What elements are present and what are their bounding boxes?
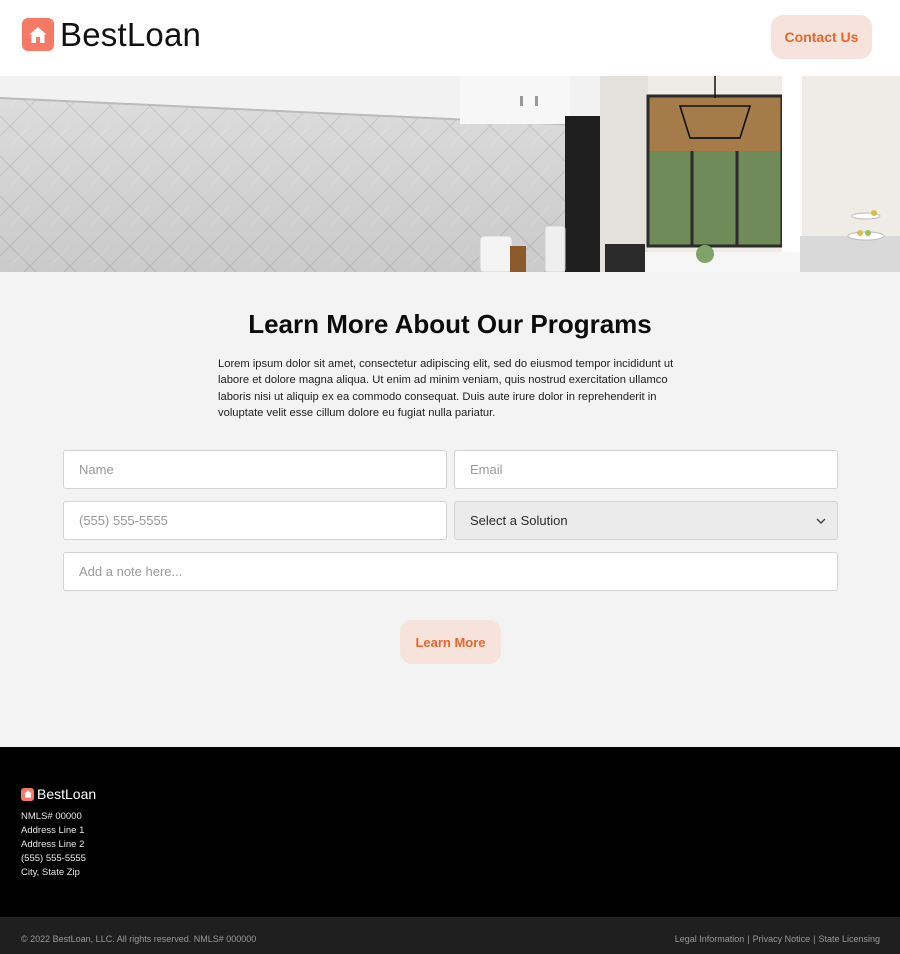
intro-paragraph: Lorem ipsum dolor sit amet, consectetur … — [218, 358, 674, 419]
copyright-text: © 2022 BestLoan, LLC. All rights reserve… — [21, 934, 257, 944]
footer-phone: (555) 555-5555 — [21, 853, 86, 864]
site-footer: BestLoan NMLS# 00000 Address Line 1 Addr… — [0, 747, 900, 917]
footer-logo[interactable]: BestLoan — [21, 787, 96, 801]
footer-bottom-bar: © 2022 BestLoan, LLC. All rights reserve… — [0, 917, 900, 954]
page-title: Learn More About Our Programs — [248, 309, 652, 339]
link-separator: | — [747, 934, 750, 944]
phone-input[interactable] — [63, 501, 447, 540]
solution-select-value: Select a Solution — [470, 513, 568, 528]
footer-address-line-1: Address Line 1 — [21, 825, 85, 836]
learn-more-button[interactable]: Learn More — [400, 620, 501, 664]
chevron-down-icon — [816, 518, 826, 524]
legal-information-link[interactable]: Legal Information — [675, 934, 745, 944]
logo[interactable]: BestLoan — [22, 18, 201, 51]
footer-nmls: NMLS# 00000 — [21, 811, 82, 822]
name-input[interactable] — [63, 450, 447, 489]
footer-address-line-2: Address Line 2 — [21, 839, 85, 850]
state-licensing-link[interactable]: State Licensing — [818, 934, 880, 944]
footer-contact-info: NMLS# 00000 Address Line 1 Address Line … — [21, 810, 86, 880]
footer-logo-text: BestLoan — [37, 786, 97, 802]
legal-links: Legal Information | Privacy Notice | Sta… — [675, 934, 880, 944]
solution-select[interactable]: Select a Solution — [454, 501, 838, 540]
contact-us-button[interactable]: Contact Us — [771, 15, 872, 59]
note-input[interactable] — [63, 552, 838, 591]
footer-city: City, State Zip — [21, 867, 80, 878]
email-input[interactable] — [454, 450, 838, 489]
house-icon — [21, 787, 34, 801]
privacy-notice-link[interactable]: Privacy Notice — [753, 934, 811, 944]
link-separator: | — [813, 934, 816, 944]
house-icon — [22, 18, 54, 51]
logo-text: BestLoan — [60, 16, 202, 53]
site-header: BestLoan Contact Us — [0, 0, 900, 76]
hero-kitchen-image — [0, 76, 900, 272]
